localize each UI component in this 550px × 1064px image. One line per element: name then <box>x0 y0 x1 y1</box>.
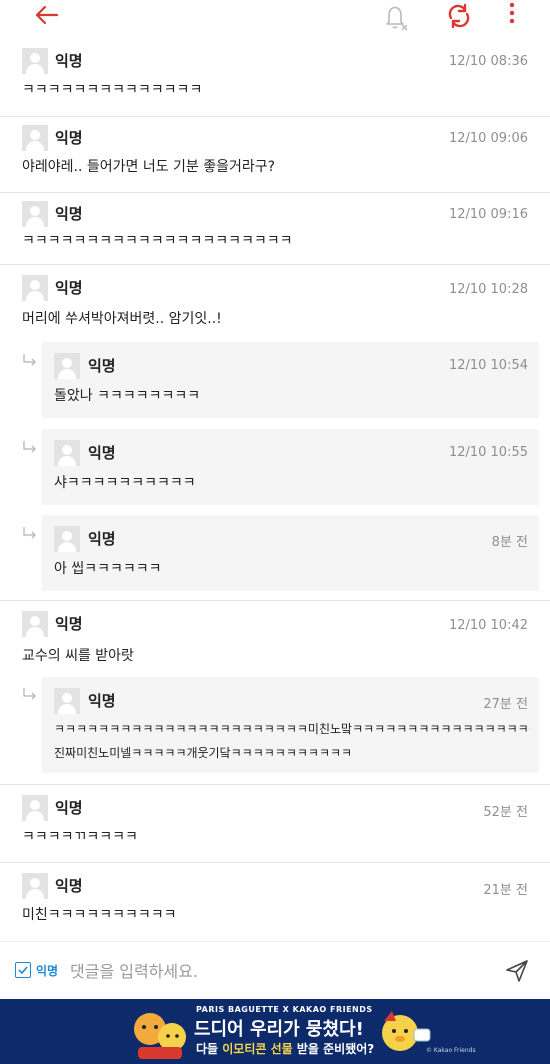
comment-time: 12/10 09:06 <box>448 131 528 146</box>
reply-arrow-icon <box>22 440 38 456</box>
anonymous-checkbox[interactable] <box>15 962 31 978</box>
comment-item: 익명 12/10 10:42 교수의 씨를 받아랏 익명 27분 전 ㅋㅋㅋㅋㅋ… <box>0 601 550 785</box>
anonymous-label[interactable]: 익명 <box>36 962 58 979</box>
comment-author: 익명 <box>55 279 83 297</box>
comment-time: 52분 전 <box>483 805 528 820</box>
reply-item: 익명 27분 전 ㅋㅋㅋㅋㅋㅋㅋㅋㅋㅋㅋㅋㅋㅋㅋㅋㅋㅋㅋㅋㅋㅋㅋ미친노맠ㅋㅋㅋㅋ… <box>42 677 539 773</box>
reply-text: 샤ㅋㅋㅋㅋㅋㅋㅋㅋㅋㅋ <box>54 475 196 491</box>
avatar <box>22 275 48 301</box>
reply-time: 8분 전 <box>491 535 528 550</box>
comment-author: 익명 <box>55 615 83 633</box>
reply-item: 익명 8분 전 아 씹ㅋㅋㅋㅋㅋㅋ <box>42 515 539 591</box>
refresh-icon[interactable] <box>444 1 474 31</box>
comment-input[interactable] <box>70 955 480 987</box>
avatar <box>22 48 48 74</box>
reply-author: 익명 <box>88 357 116 375</box>
avatar <box>54 688 80 714</box>
reply-arrow-icon <box>22 687 38 703</box>
reply-author: 익명 <box>88 530 116 548</box>
reply-text: 아 씹ㅋㅋㅋㅋㅋㅋ <box>54 561 162 577</box>
comment-input-bar: 익명 <box>0 941 550 999</box>
avatar <box>54 353 80 379</box>
comment-item: 익명 21분 전 미친ㅋㅋㅋㅋㅋㅋㅋㅋㅋㅋ <box>0 863 550 939</box>
reply-time: 12/10 10:55 <box>448 445 528 460</box>
comment-time: 12/10 08:36 <box>448 54 528 69</box>
comment-author: 익명 <box>55 129 83 147</box>
comment-time: 12/10 10:28 <box>448 282 528 297</box>
reply-text-line-1: ㅋㅋㅋㅋㅋㅋㅋㅋㅋㅋㅋㅋㅋㅋㅋㅋㅋㅋㅋㅋㅋㅋㅋ미친노맠ㅋㅋㅋㅋㅋㅋㅋㅋㅋㅋㅋㅋㅋ… <box>54 722 531 736</box>
reply-item: 익명 12/10 10:54 돌았나 ㅋㅋㅋㅋㅋㅋㅋㅋ <box>42 342 539 418</box>
avatar <box>22 611 48 637</box>
comment-item: 익명 52분 전 ㅋㅋㅋㅋㄲㅋㅋㅋㅋ <box>0 785 550 863</box>
ad-character-right <box>382 1011 431 1051</box>
ad-headline: 드디어 우리가 뭉쳤다! <box>194 1019 364 1040</box>
ad-subline: 다들 이모티콘 선물 받을 준비됐어? <box>196 1042 375 1056</box>
send-icon[interactable] <box>504 958 530 984</box>
comment-time: 12/10 09:16 <box>448 207 528 222</box>
reply-arrow-icon <box>22 353 38 369</box>
avatar <box>54 440 80 466</box>
bell-off-icon[interactable] <box>381 2 411 32</box>
avatar <box>22 125 48 151</box>
comment-item: 익명 12/10 09:06 야레야레.. 들어가면 너도 기분 좋을거라구? <box>0 117 550 193</box>
comment-text: 머리에 쑤셔박아져버렷.. 암기잇..! <box>22 311 222 327</box>
ad-brand-line: PARIS BAGUETTE X KAKAO FRIENDS <box>196 1005 373 1014</box>
top-bar <box>0 0 550 34</box>
reply-author: 익명 <box>88 444 116 462</box>
comment-time: 21분 전 <box>483 883 528 898</box>
ad-character-left <box>134 1013 186 1059</box>
reply-time: 27분 전 <box>483 697 528 712</box>
comment-text: 야레야레.. 들어가면 너도 기분 좋을거라구? <box>22 159 276 175</box>
comment-author: 익명 <box>55 799 83 817</box>
ad-banner[interactable]: PARIS BAGUETTE X KAKAO FRIENDS 드디어 우리가 뭉… <box>0 999 550 1064</box>
reply-arrow-icon <box>22 526 38 542</box>
ad-credit: © Kakao Friends <box>426 1047 476 1054</box>
more-vertical-icon[interactable] <box>500 0 524 30</box>
back-arrow-icon[interactable] <box>33 2 63 28</box>
avatar <box>22 795 48 821</box>
comment-list: 익명 12/10 08:36 ㅋㅋㅋㅋㅋㅋㅋㅋㅋㅋㅋㅋㅋㅋ 익명 12/10 0… <box>0 40 550 939</box>
reply-text-line-2: 진짜미친노미넬ㅋㅋㅋㅋㅋ개웃기닼ㅋㅋㅋㅋㅋㅋㅋㅋㅋㅋㅋ <box>54 746 353 760</box>
avatar <box>22 201 48 227</box>
avatar <box>22 873 48 899</box>
comment-text: 교수의 씨를 받아랏 <box>22 648 134 664</box>
comment-item: 익명 12/10 09:16 ㅋㅋㅋㅋㅋㅋㅋㅋㅋㅋㅋㅋㅋㅋㅋㅋㅋㅋㅋㅋㅋ <box>0 193 550 265</box>
reply-item: 익명 12/10 10:55 샤ㅋㅋㅋㅋㅋㅋㅋㅋㅋㅋ <box>42 429 539 505</box>
reply-author: 익명 <box>88 692 116 710</box>
comment-text: ㅋㅋㅋㅋㅋㅋㅋㅋㅋㅋㅋㅋㅋㅋㅋㅋㅋㅋㅋㅋㅋ <box>22 233 293 249</box>
comment-author: 익명 <box>55 877 83 895</box>
comment-author: 익명 <box>55 205 83 223</box>
comment-text: 미친ㅋㅋㅋㅋㅋㅋㅋㅋㅋㅋ <box>22 907 177 923</box>
comment-text: ㅋㅋㅋㅋㄲㅋㅋㅋㅋ <box>22 829 138 845</box>
reply-text: 돌았나 ㅋㅋㅋㅋㅋㅋㅋㅋ <box>54 388 201 404</box>
comment-text: ㅋㅋㅋㅋㅋㅋㅋㅋㅋㅋㅋㅋㅋㅋ <box>22 82 203 98</box>
comment-item: 익명 12/10 08:36 ㅋㅋㅋㅋㅋㅋㅋㅋㅋㅋㅋㅋㅋㅋ <box>0 40 550 117</box>
comment-item: 익명 12/10 10:28 머리에 쑤셔박아져버렷.. 암기잇..! 익명 1… <box>0 265 550 601</box>
comment-author: 익명 <box>55 52 83 70</box>
avatar <box>54 526 80 552</box>
comment-time: 12/10 10:42 <box>448 618 528 633</box>
reply-time: 12/10 10:54 <box>448 358 528 373</box>
